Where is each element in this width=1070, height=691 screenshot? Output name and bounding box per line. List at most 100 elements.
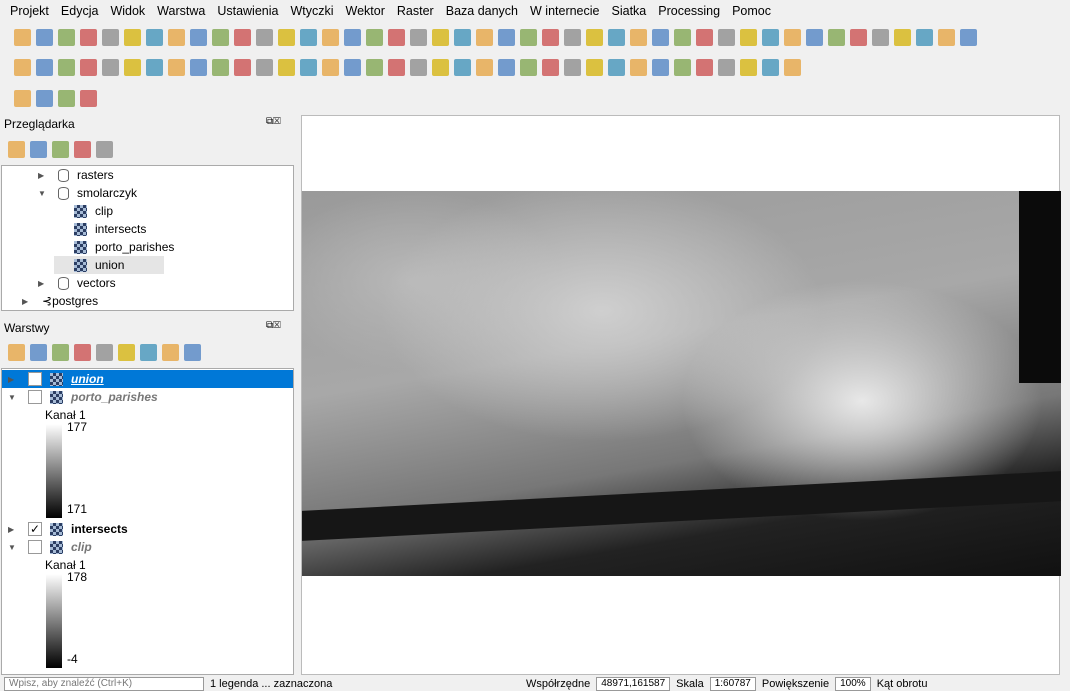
- menu-10[interactable]: Siatka: [606, 4, 653, 18]
- toolbar-button-icon[interactable]: [118, 343, 135, 361]
- toolbar-button-icon[interactable]: [674, 58, 691, 76]
- toolbar-button-icon[interactable]: [410, 28, 427, 46]
- toolbar-button-icon[interactable]: [140, 343, 157, 361]
- map-canvas[interactable]: [301, 115, 1061, 675]
- layer-item[interactable]: ▼ porto_parishes: [2, 388, 158, 406]
- toolbar-button-icon[interactable]: [74, 343, 91, 361]
- menu-11[interactable]: Processing: [652, 4, 726, 18]
- toolbar-button-icon[interactable]: [146, 58, 163, 76]
- toolbar-button-icon[interactable]: [938, 28, 955, 46]
- toolbar-button-icon[interactable]: [718, 28, 735, 46]
- toolbar-button-icon[interactable]: [498, 28, 515, 46]
- toolbar-button-icon[interactable]: [184, 343, 201, 361]
- toolbar-button-icon[interactable]: [652, 28, 669, 46]
- toolbar-button-icon[interactable]: [608, 28, 625, 46]
- toolbar-button-icon[interactable]: [366, 28, 383, 46]
- toolbar-button-icon[interactable]: [124, 28, 141, 46]
- menu-1[interactable]: Edycja: [55, 4, 105, 18]
- toolbar-button-icon[interactable]: [410, 58, 427, 76]
- menu-3[interactable]: Warstwa: [151, 4, 211, 18]
- expand-arrow-icon[interactable]: ▶: [22, 297, 32, 306]
- toolbar-button-icon[interactable]: [586, 58, 603, 76]
- toolbar-button-icon[interactable]: [300, 58, 317, 76]
- toolbar-button-icon[interactable]: [630, 58, 647, 76]
- browser-item[interactable]: intersects: [54, 220, 146, 238]
- menu-12[interactable]: Pomoc: [726, 4, 777, 18]
- expand-arrow-icon[interactable]: ▼: [38, 189, 48, 198]
- toolbar-button-icon[interactable]: [256, 58, 273, 76]
- locator-search-input[interactable]: Wpisz, aby znaleźć (Ctrl+K): [4, 677, 204, 691]
- layer-visibility-checkbox[interactable]: [28, 540, 42, 554]
- toolbar-button-icon[interactable]: [828, 28, 845, 46]
- toolbar-button-icon[interactable]: [476, 28, 493, 46]
- layer-item[interactable]: ▶ union: [2, 370, 293, 388]
- toolbar-button-icon[interactable]: [630, 28, 647, 46]
- toolbar-button-icon[interactable]: [14, 58, 31, 76]
- toolbar-button-icon[interactable]: [234, 28, 251, 46]
- browser-item[interactable]: ▶ vectors: [38, 274, 116, 292]
- toolbar-button-icon[interactable]: [74, 140, 91, 158]
- browser-item[interactable]: porto_parishes: [54, 238, 174, 256]
- toolbar-button-icon[interactable]: [454, 58, 471, 76]
- toolbar-button-icon[interactable]: [162, 343, 179, 361]
- toolbar-button-icon[interactable]: [58, 28, 75, 46]
- toolbar-button-icon[interactable]: [168, 58, 185, 76]
- toolbar-button-icon[interactable]: [586, 28, 603, 46]
- toolbar-button-icon[interactable]: [432, 58, 449, 76]
- expand-arrow-icon[interactable]: ▶: [38, 279, 48, 288]
- toolbar-button-icon[interactable]: [8, 343, 25, 361]
- toolbar-button-icon[interactable]: [762, 28, 779, 46]
- toolbar-button-icon[interactable]: [190, 28, 207, 46]
- toolbar-button-icon[interactable]: [58, 58, 75, 76]
- toolbar-button-icon[interactable]: [542, 58, 559, 76]
- panel-float-close-buttons[interactable]: ⧉☒: [266, 320, 281, 331]
- browser-item[interactable]: ▶ ⊰ postgres: [22, 292, 98, 310]
- toolbar-button-icon[interactable]: [212, 58, 229, 76]
- toolbar-button-icon[interactable]: [36, 58, 53, 76]
- toolbar-button-icon[interactable]: [168, 28, 185, 46]
- toolbar-button-icon[interactable]: [498, 58, 515, 76]
- toolbar-button-icon[interactable]: [344, 28, 361, 46]
- panel-float-close-buttons[interactable]: ⧉☒: [266, 116, 281, 127]
- coord-input[interactable]: 48971,161587: [596, 677, 671, 691]
- browser-item[interactable]: ▶ rasters: [38, 166, 114, 184]
- toolbar-button-icon[interactable]: [564, 28, 581, 46]
- browser-item[interactable]: union: [54, 256, 165, 274]
- toolbar-button-icon[interactable]: [14, 89, 31, 107]
- toolbar-button-icon[interactable]: [322, 28, 339, 46]
- toolbar-button-icon[interactable]: [608, 58, 625, 76]
- toolbar-button-icon[interactable]: [256, 28, 273, 46]
- toolbar-button-icon[interactable]: [52, 140, 69, 158]
- toolbar-button-icon[interactable]: [916, 28, 933, 46]
- toolbar-button-icon[interactable]: [146, 28, 163, 46]
- toolbar-button-icon[interactable]: [322, 58, 339, 76]
- toolbar-button-icon[interactable]: [278, 58, 295, 76]
- toolbar-button-icon[interactable]: [432, 28, 449, 46]
- toolbar-button-icon[interactable]: [344, 58, 361, 76]
- toolbar-button-icon[interactable]: [52, 343, 69, 361]
- expand-arrow-icon[interactable]: ▼: [8, 543, 18, 552]
- layer-item[interactable]: ▼ clip: [2, 538, 92, 556]
- toolbar-button-icon[interactable]: [234, 58, 251, 76]
- toolbar-button-icon[interactable]: [960, 28, 977, 46]
- menu-6[interactable]: Wektor: [340, 4, 391, 18]
- toolbar-button-icon[interactable]: [696, 28, 713, 46]
- toolbar-button-icon[interactable]: [718, 58, 735, 76]
- toolbar-button-icon[interactable]: [124, 58, 141, 76]
- toolbar-button-icon[interactable]: [80, 28, 97, 46]
- toolbar-button-icon[interactable]: [564, 58, 581, 76]
- layer-visibility-checkbox[interactable]: [28, 372, 42, 386]
- toolbar-button-icon[interactable]: [30, 343, 47, 361]
- layer-item[interactable]: ▶ ✓ intersects: [2, 520, 128, 538]
- browser-item[interactable]: ▼ smolarczyk: [38, 184, 137, 202]
- expand-arrow-icon[interactable]: ▶: [8, 525, 18, 534]
- toolbar-button-icon[interactable]: [454, 28, 471, 46]
- menu-4[interactable]: Ustawienia: [211, 4, 284, 18]
- toolbar-button-icon[interactable]: [652, 58, 669, 76]
- toolbar-button-icon[interactable]: [388, 28, 405, 46]
- toolbar-button-icon[interactable]: [212, 28, 229, 46]
- layer-visibility-checkbox[interactable]: [28, 390, 42, 404]
- toolbar-button-icon[interactable]: [14, 28, 31, 46]
- toolbar-button-icon[interactable]: [366, 58, 383, 76]
- expand-arrow-icon[interactable]: ▼: [8, 393, 18, 402]
